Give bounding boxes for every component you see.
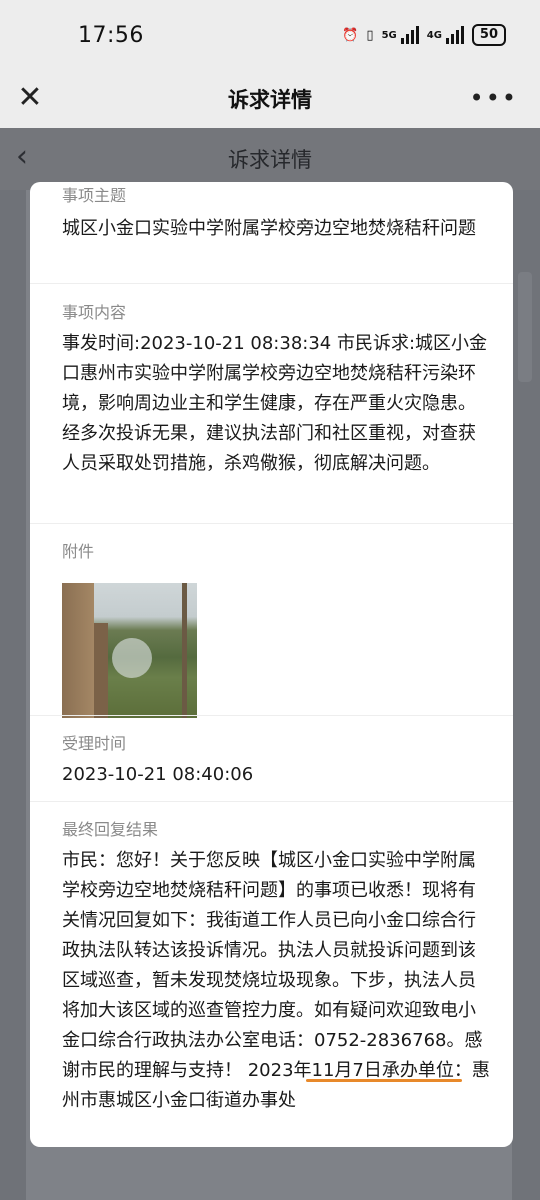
- nav-bar: ✕ 诉求详情 •••: [0, 70, 540, 128]
- accept-time-label: 受理时间: [62, 734, 127, 753]
- signal-icon: [400, 26, 419, 44]
- status-time: 17:56: [78, 22, 144, 48]
- more-icon[interactable]: •••: [470, 84, 518, 112]
- divider: [30, 283, 513, 284]
- final-reply-value: 市民：您好！关于您反映【城区小金口实验中学附属学校旁边空地焚烧秸秆问题】的事项已…: [62, 850, 490, 1111]
- final-reply-label: 最终回复结果: [62, 820, 159, 839]
- divider: [30, 715, 513, 716]
- watermark: XIZI: [386, 1080, 440, 1108]
- content-label: 事项内容: [62, 303, 127, 322]
- underlying-title: 诉求详情: [228, 148, 312, 172]
- building-shape: [94, 623, 108, 718]
- building-shape: [62, 583, 94, 718]
- underlying-header: ‹ 诉求详情: [0, 128, 540, 190]
- subject-label: 事项主题: [62, 186, 127, 205]
- attachment-label: 附件: [62, 542, 95, 561]
- final-reply-section: 最终回复结果 市民：您好！关于您反映【城区小金口实验中学附属学校旁边空地焚烧秸秆…: [62, 818, 493, 1116]
- alarm-icon: ⏰: [342, 27, 359, 43]
- pole-shape: [182, 583, 187, 718]
- vibrate-icon: ▯: [366, 27, 374, 43]
- divider: [30, 801, 513, 802]
- page-title: 诉求详情: [228, 88, 312, 112]
- network-type-1: 5G: [381, 29, 397, 41]
- status-icons: ⏰ ▯ 5G 4G 50: [342, 24, 506, 46]
- divider: [30, 523, 513, 524]
- attachment-section: 附件: [62, 540, 493, 730]
- network-type-2: 4G: [426, 29, 442, 41]
- content-value: 事发时间:2023-10-21 08:38:34 市民诉求:城区小金口惠州市实验…: [62, 333, 488, 474]
- battery-indicator: 50: [471, 24, 506, 46]
- accept-time-value: 2023-10-21 08:40:06: [62, 764, 254, 785]
- smoke-shape: [112, 638, 152, 678]
- back-icon: ‹: [16, 139, 28, 174]
- subject-value: 城区小金口实验中学附属学校旁边空地焚烧秸秆问题: [62, 218, 476, 239]
- attachment-thumbnail[interactable]: [62, 583, 197, 718]
- accept-time-section: 受理时间 2023-10-21 08:40:06: [62, 732, 493, 790]
- detail-card: 事项主题 城区小金口实验中学附属学校旁边空地焚烧秸秆问题 事项内容 事发时间:2…: [30, 182, 513, 1147]
- close-icon[interactable]: ✕: [14, 82, 46, 114]
- overlay-left: [0, 190, 26, 1200]
- content-section: 事项内容 事发时间:2023-10-21 08:38:34 市民诉求:城区小金口…: [62, 301, 493, 479]
- signal-icon-2: [445, 26, 464, 44]
- subject-section: 事项主题 城区小金口实验中学附属学校旁边空地焚烧秸秆问题: [62, 184, 493, 244]
- overlay-right-strip: [518, 272, 532, 382]
- status-bar: 17:56 ⏰ ▯ 5G 4G 50: [0, 0, 540, 70]
